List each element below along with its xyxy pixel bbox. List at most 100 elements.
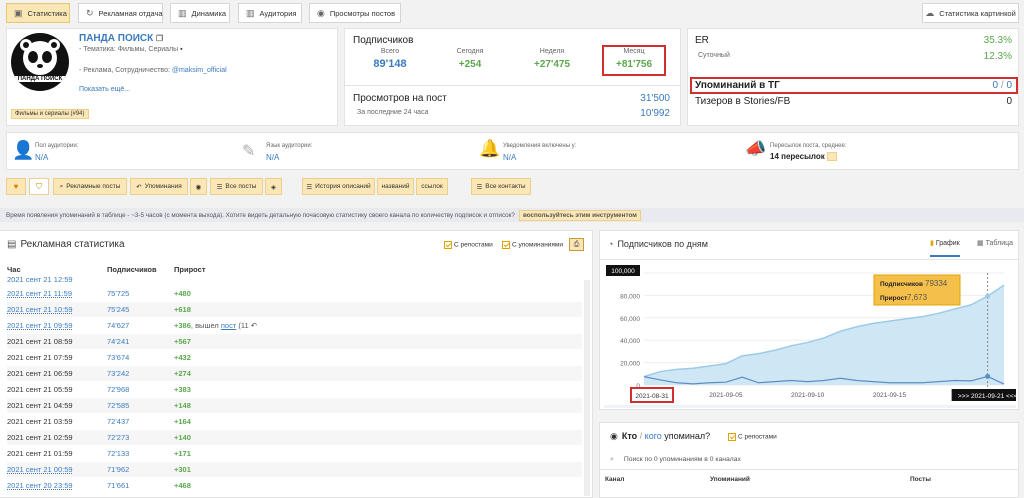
gender-value[interactable]: N/A	[35, 153, 48, 162]
tab-3[interactable]: ▥ Аудитория	[238, 3, 302, 23]
mentions-label: Упоминаний в ТГ	[695, 80, 780, 91]
favorite-button[interactable]: ♥	[6, 178, 26, 195]
export-button[interactable]: ⎙	[569, 238, 584, 251]
total-value: 89'148	[373, 58, 407, 70]
table-row: 2021 сент 21 03:59 72'437 +164	[7, 414, 582, 429]
row-hour[interactable]: 2021 сент 21 12:59	[7, 277, 107, 282]
list-icon: ☰	[216, 183, 223, 191]
y-tick-label: 20,000	[620, 361, 640, 368]
row-subs: 74'241	[107, 337, 130, 346]
eye-icon: ◉	[195, 183, 202, 191]
tab-4[interactable]: ◉ Просмотры постов	[309, 3, 401, 23]
tab-1[interactable]: ↻ Рекламная отдача	[78, 3, 163, 23]
lang-label: Язык аудитории:	[266, 143, 313, 149]
mentions-button[interactable]: ↶ Упоминания	[130, 178, 188, 195]
category-badge[interactable]: Фильмы и сериалы (#94)	[11, 109, 89, 119]
row-growth: +164	[174, 417, 191, 426]
tab-0[interactable]: ▣ Статистика	[6, 3, 70, 23]
y-tick-label: 80,000	[620, 293, 640, 300]
table-row: 2021 сент 20 23:59 71'661 +468	[7, 478, 582, 493]
row-hour: 2021 сент 21 02:59	[7, 433, 73, 442]
row-subs: 72'437	[107, 417, 130, 426]
subscribers-title: Подписчиков	[353, 35, 414, 46]
range-start-label: 2021-08-31	[635, 393, 669, 400]
names-button[interactable]: названий	[377, 178, 414, 195]
notice-link[interactable]: воспользуйтесь этим инструментом	[518, 209, 641, 221]
row-hour: 2021 сент 21 07:59	[7, 353, 73, 362]
row-growth: +567	[174, 337, 191, 346]
row-subs: 72'273	[107, 433, 130, 442]
row-hour[interactable]: 2021 сент 21 09:59	[7, 321, 107, 330]
table-row: 2021 сент 21 08:59 74'241 +567	[7, 334, 582, 349]
lock-icon: ⛉	[36, 181, 42, 191]
show-more-link[interactable]: Показать ещё...	[79, 86, 130, 93]
chart-icon: ▣	[14, 7, 23, 18]
links-button[interactable]: ссылок	[416, 178, 448, 195]
lock-button[interactable]: ⛉	[29, 178, 49, 195]
row-hour[interactable]: 2021 сент 20 23:59	[7, 481, 107, 490]
ad-stats-panel: ▤ Рекламная статистика С репостами С упом…	[0, 230, 593, 498]
tooltip-subs-label: Подписчиков	[880, 281, 923, 288]
mentions-reposts-checkbox[interactable]: С репостами	[728, 433, 777, 441]
post-link[interactable]: пост	[221, 321, 236, 330]
scrollbar[interactable]	[584, 280, 590, 496]
ads-posts-button[interactable]: ⌕ Рекламные посты	[53, 178, 127, 195]
row-subs: 72'585	[107, 401, 130, 410]
layers-button[interactable]: ◈	[265, 178, 282, 195]
row-subs: 75'245	[107, 305, 130, 314]
logo-text: ПАНДА ПОИСК	[14, 75, 66, 83]
contacts-button[interactable]: ☰ Все контакты	[471, 178, 531, 195]
refresh-icon: ↻	[86, 7, 94, 18]
audience-panel: 👤 Пол аудитории: N/A ✎ Язык аудитории: N…	[6, 132, 1019, 170]
subs-area-chart[interactable]: 020,00040,00060,00080,000100,0002021-09-…	[604, 261, 1016, 409]
notif-value[interactable]: N/A	[503, 153, 516, 162]
channel-avatar[interactable]: ПАНДА ПОИСК	[11, 33, 69, 91]
stat-picture-button[interactable]: ☁ Статистика картинкой	[922, 3, 1019, 23]
tab-2[interactable]: ▥ Динамика	[170, 3, 230, 23]
all-posts-button[interactable]: ☰ Все посты	[210, 178, 263, 195]
lang-value[interactable]: N/A	[266, 153, 279, 162]
with-mentions-checkbox[interactable]: С упоминаниями	[502, 241, 563, 249]
tab-table[interactable]: ▦ Таблица	[977, 239, 1013, 247]
row-hour[interactable]: 2021 сент 21 10:59	[7, 305, 107, 314]
layers-icon: ◈	[271, 183, 276, 191]
er-panel: ER 35.3% Суточный 12.3% Упоминаний в ТГ …	[687, 28, 1019, 126]
eye-icon: ◉	[610, 431, 618, 441]
table-row-partial: 2021 сент 21 12:59	[7, 277, 582, 282]
subs-chart-panel: ◔ Подписчиков по дням ▮ График ▦ Таблица …	[599, 230, 1019, 410]
megaphone-icon: 📣	[745, 139, 767, 158]
row-hour[interactable]: 2021 сент 21 11:59	[7, 289, 107, 298]
contact-link[interactable]: @maksim_official	[172, 67, 227, 74]
row-hour: 2021 сент 21 04:59	[7, 401, 73, 410]
bar-icon: ▥	[246, 7, 255, 18]
search-input[interactable]: ⌕ Поиск по 0 упоминаниям в 0 каналах	[610, 453, 1010, 466]
row-hour[interactable]: 2021 сент 21 00:59	[7, 465, 107, 474]
week-value: +27'475	[533, 59, 571, 70]
channel-name[interactable]: ПАНДА ПОИСК ❐	[79, 33, 163, 44]
tooltip-subs-value: 79334	[925, 279, 948, 288]
x-tick-label: 2021-09-05	[709, 392, 743, 399]
clapper-icon: ▪	[180, 46, 183, 53]
tab-chart[interactable]: ▮ График	[930, 239, 960, 257]
table-row: 2021 сент 21 11:59 75'725 +480	[7, 286, 582, 301]
language-icon: ✎	[242, 143, 256, 160]
row-growth: +171	[174, 449, 191, 458]
row-hour: 2021 сент 21 08:59	[7, 337, 73, 346]
row-extra: , вышел пост (11 ↶	[190, 321, 258, 330]
range-slider	[604, 405, 1016, 408]
table-row: 2021 сент 21 10:59 75'245 +618	[7, 302, 582, 317]
row-subs: 73'674	[107, 353, 130, 362]
y-tick-label: 60,000	[620, 316, 640, 323]
row-subs: 71'661	[107, 481, 130, 490]
with-reposts-checkbox[interactable]: С репостами	[444, 241, 493, 249]
eye-button[interactable]: ◉	[190, 178, 207, 195]
copy-icon[interactable]: ❐	[156, 34, 163, 43]
row-hour: 2021 сент 21 01:59	[7, 449, 73, 458]
col-mentions: Упоминаний	[710, 476, 750, 483]
whom-link[interactable]: кого	[645, 431, 662, 441]
total-label: Всего	[380, 48, 400, 55]
month-highlight	[602, 45, 666, 76]
heart-icon: ♥	[13, 182, 19, 191]
row-growth: +383	[174, 385, 191, 394]
history-button[interactable]: ☰ История описаний	[302, 178, 375, 195]
